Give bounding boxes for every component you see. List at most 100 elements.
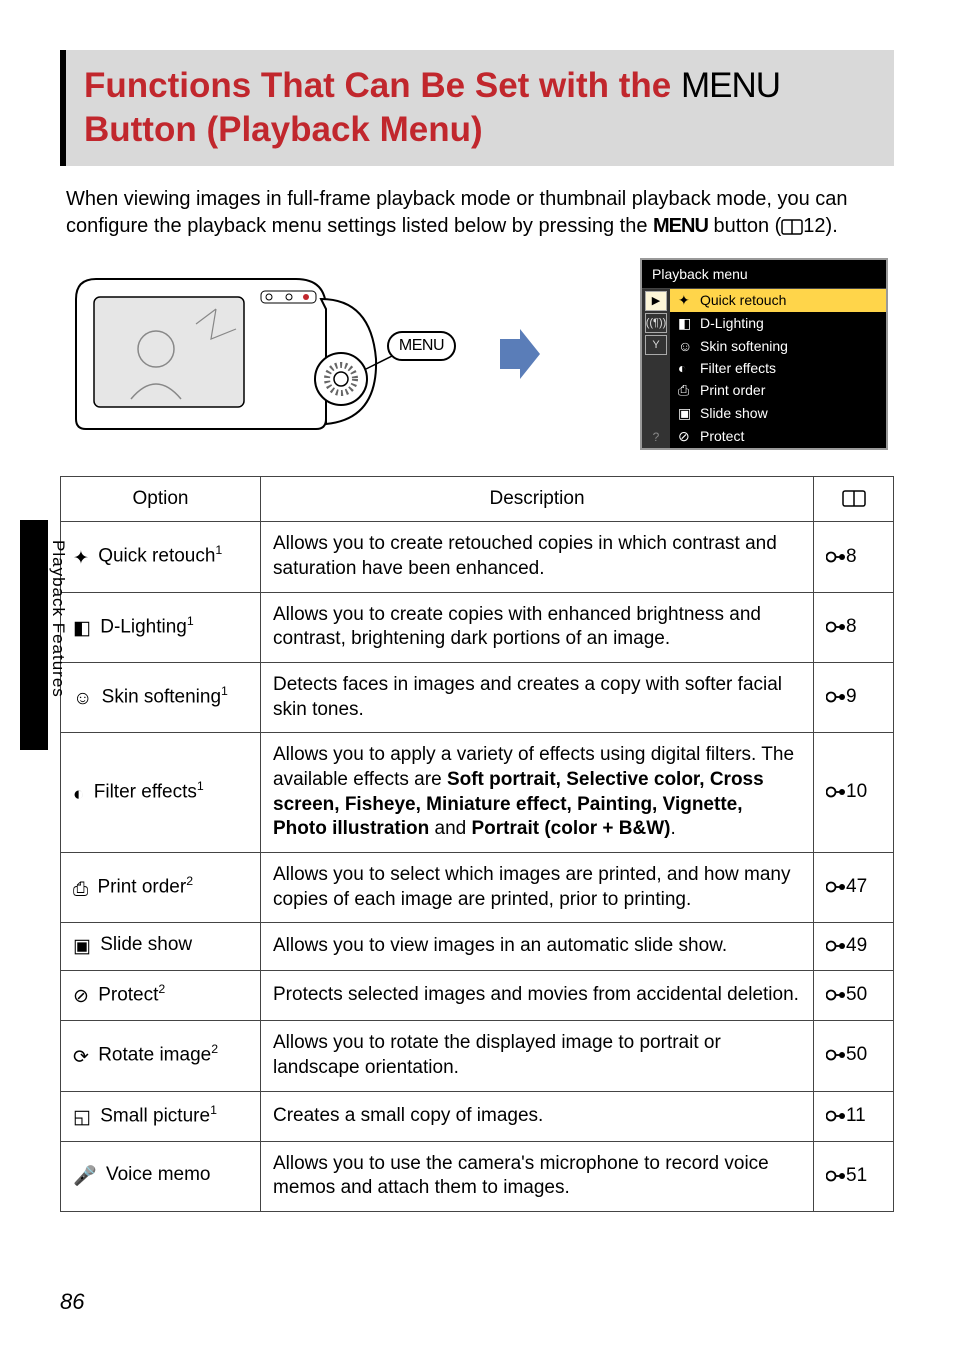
table-row: ⟳ Rotate image2Allows you to rotate the … (61, 1021, 894, 1091)
table-row: ◐ Filter effects1Allows you to apply a v… (61, 733, 894, 853)
option-cell: ◧ D-Lighting1 (61, 592, 261, 662)
lcd-item-label: Quick retouch (700, 292, 786, 308)
table-row: ◧ D-Lighting1Allows you to create copies… (61, 592, 894, 662)
option-cell: ⎙ Print order2 (61, 853, 261, 923)
lcd-item-label: Skin softening (700, 338, 788, 354)
lcd-item: ▣ Slide show (670, 402, 886, 425)
description-cell: Allows you to create copies with enhance… (261, 592, 814, 662)
intro-ref: 12 (803, 215, 825, 237)
option-icon: ◱ (73, 1106, 91, 1131)
playback-options-table: Option Description ✦ Quick retouch1Allow… (60, 476, 894, 1212)
lcd-item: ✦ Quick retouch (670, 289, 886, 312)
menu-word-icon: MENU (653, 215, 708, 237)
reference-cell: 51 (814, 1141, 894, 1211)
lcd-list: ✦ Quick retouch ◧ D-Lighting ☺ Skin softeni… (670, 289, 886, 448)
lcd-item: ◐ Filter effects (670, 357, 886, 379)
option-icon: ▣ (73, 935, 91, 960)
option-icon: ✦ (73, 547, 89, 572)
table-row: ◱ Small picture1Creates a small copy of … (61, 1091, 894, 1141)
lcd-item-label: Slide show (700, 405, 768, 421)
lcd-item-label: Print order (700, 382, 765, 398)
reference-cell: 50 (814, 1021, 894, 1091)
page-title: Functions That Can Be Set with the MENU … (84, 64, 876, 152)
col-reference (814, 476, 894, 522)
reference-cell: 50 (814, 971, 894, 1021)
description-cell: Allows you to view images in an automati… (261, 923, 814, 971)
quick-retouch-icon: ✦ (678, 292, 692, 309)
option-cell: ◐ Filter effects1 (61, 733, 261, 853)
title-post: Button (Playback Menu) (84, 110, 483, 149)
option-icon: ◧ (73, 617, 91, 642)
option-icon: ⟳ (73, 1046, 89, 1071)
table-row: 🎤 Voice memoAllows you to use the camera… (61, 1141, 894, 1211)
protect-icon: ⊘ (678, 428, 692, 445)
book-icon (781, 215, 803, 237)
description-cell: Allows you to apply a variety of effects… (261, 733, 814, 853)
description-cell: Allows you to rotate the displayed image… (261, 1021, 814, 1091)
lcd-header: Playback menu (642, 260, 886, 289)
lcd-tab-help-icon: ? (653, 426, 660, 448)
page-number: 86 (60, 1289, 84, 1315)
side-tab (20, 520, 48, 750)
option-cell: ⊘ Protect2 (61, 971, 261, 1021)
table-row: ▣ Slide showAllows you to view images in… (61, 923, 894, 971)
col-description: Description (261, 476, 814, 522)
table-row: ⎙ Print order2Allows you to select which… (61, 853, 894, 923)
option-cell: ✦ Quick retouch1 (61, 522, 261, 592)
col-option: Option (61, 476, 261, 522)
reference-cell: 8 (814, 592, 894, 662)
diagram-row: MENU Playback menu ▶ ((¶)) Y ? ✦ Quick re… (66, 258, 888, 450)
reference-cell: 49 (814, 923, 894, 971)
option-cell: ⟳ Rotate image2 (61, 1021, 261, 1091)
table-row: ✦ Quick retouch1Allows you to create ret… (61, 522, 894, 592)
description-cell: Creates a small copy of images. (261, 1091, 814, 1141)
lcd-item: ☺ Skin softening (670, 335, 886, 357)
reference-cell: 47 (814, 853, 894, 923)
option-cell: ☺ Skin softening1 (61, 662, 261, 732)
description-cell: Detects faces in images and creates a co… (261, 662, 814, 732)
lcd-tab-wrench-icon: Y (645, 335, 667, 355)
slide-show-icon: ▣ (678, 405, 692, 422)
reference-cell: 9 (814, 662, 894, 732)
description-cell: Allows you to select which images are pr… (261, 853, 814, 923)
table-row: ☺ Skin softening1Detects faces in images… (61, 662, 894, 732)
print-order-icon: ⎙ (678, 382, 692, 399)
menu-callout-label: MENU (387, 331, 456, 361)
camera-illustration: MENU (66, 269, 396, 439)
description-cell: Allows you to use the camera's microphon… (261, 1141, 814, 1211)
lcd-tab-playback-icon: ▶ (645, 291, 667, 311)
reference-cell: 10 (814, 733, 894, 853)
filter-effects-icon: ◐ (678, 360, 692, 376)
option-icon: ⎙ (73, 878, 88, 903)
skin-softening-icon: ☺ (678, 338, 692, 354)
lcd-item: ◧ D-Lighting (670, 312, 886, 335)
option-cell: ◱ Small picture1 (61, 1091, 261, 1141)
intro-c: ). (826, 215, 838, 237)
d-lighting-icon: ◧ (678, 315, 692, 332)
page-title-block: Functions That Can Be Set with the MENU … (60, 50, 894, 166)
lcd-item-label: Protect (700, 428, 744, 444)
option-icon: ◐ (73, 783, 84, 808)
arrow-icon (496, 329, 540, 379)
option-icon: ☺ (73, 687, 92, 712)
intro-b: button ( (708, 215, 781, 237)
description-cell: Allows you to create retouched copies in… (261, 522, 814, 592)
menu-word-icon: MENU (681, 66, 780, 105)
reference-cell: 8 (814, 522, 894, 592)
option-icon: 🎤 (73, 1165, 97, 1190)
table-row: ⊘ Protect2Protects selected images and m… (61, 971, 894, 1021)
lcd-tab-antenna-icon: ((¶)) (645, 313, 667, 333)
option-cell: 🎤 Voice memo (61, 1141, 261, 1211)
option-cell: ▣ Slide show (61, 923, 261, 971)
lcd-item: ⊘ Protect (670, 425, 886, 448)
lcd-tabs: ▶ ((¶)) Y ? (642, 289, 670, 448)
reference-cell: 11 (814, 1091, 894, 1141)
description-cell: Protects selected images and movies from… (261, 971, 814, 1021)
lcd-item-label: Filter effects (700, 360, 776, 376)
lcd-item-label: D-Lighting (700, 315, 764, 331)
lcd-item: ⎙ Print order (670, 379, 886, 402)
book-icon (842, 488, 866, 509)
side-section-label: Playback Features (48, 540, 68, 698)
title-pre: Functions That Can Be Set with the (84, 66, 681, 105)
option-icon: ⊘ (73, 985, 89, 1010)
